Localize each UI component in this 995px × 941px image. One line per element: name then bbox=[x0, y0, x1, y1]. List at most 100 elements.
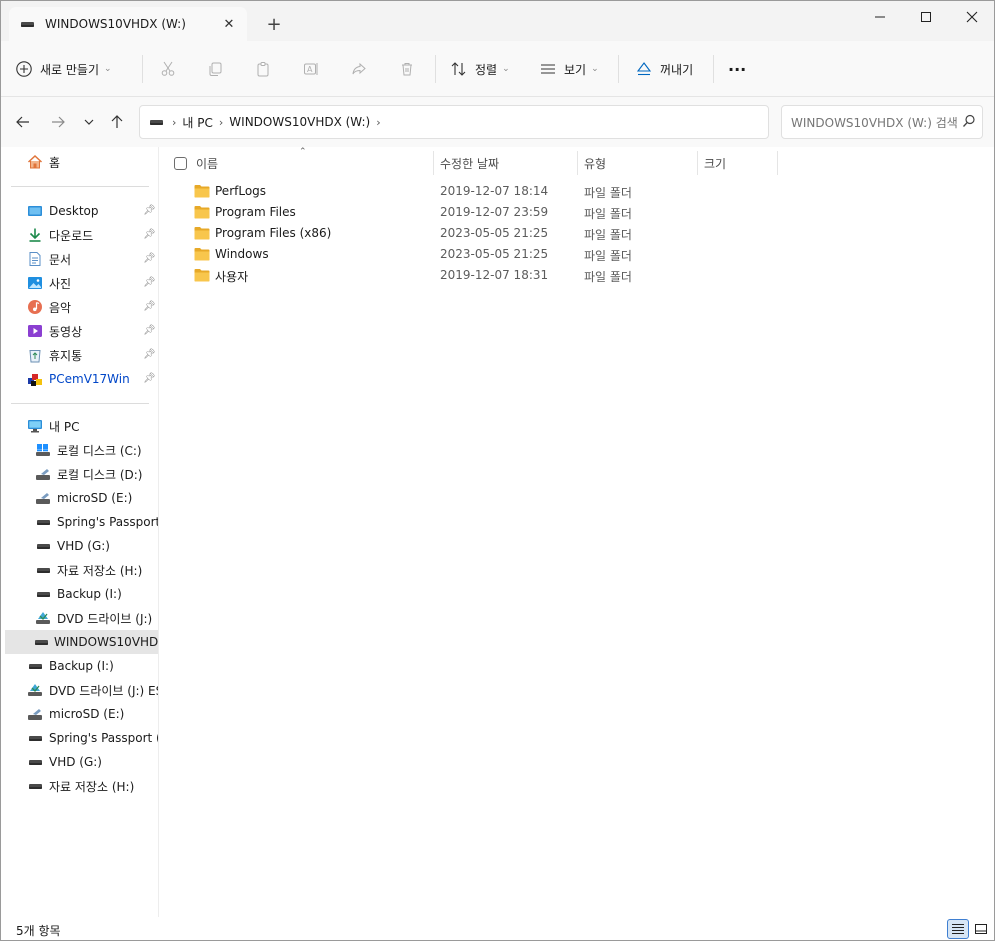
sidebar-item-microsd[interactable]: microSD (E:) bbox=[27, 702, 124, 726]
sidebar-item-drive-w[interactable]: WINDOWS10VHDX (W:) bbox=[5, 630, 158, 654]
toolbar-divider bbox=[713, 55, 714, 83]
sidebar-item-pcemv17win[interactable]: PCemV17Win 📌︎ bbox=[27, 367, 157, 391]
sidebar-item-pictures[interactable]: 사진 📌︎ bbox=[27, 271, 157, 295]
sidebar-item-drive-j[interactable]: DVD 드라이브 (J:) bbox=[35, 606, 152, 630]
sidebar-item-label: DVD 드라이브 (J:) bbox=[57, 611, 153, 626]
column-header-size[interactable]: 크기 bbox=[704, 151, 726, 175]
cut-button[interactable] bbox=[152, 53, 184, 85]
breadcrumb-chevron-icon: › bbox=[218, 115, 224, 129]
sidebar-item-dvd[interactable]: DVD 드라이브 (J:) ES bbox=[27, 678, 159, 702]
minimize-button[interactable] bbox=[857, 1, 903, 33]
sidebar-item-backup[interactable]: Backup (I:) bbox=[27, 654, 114, 678]
dvd-drive-icon bbox=[28, 684, 42, 696]
dvd-drive-icon bbox=[36, 612, 50, 624]
file-row[interactable]: Program Files 2019-12-07 23:59 파일 폴더 bbox=[161, 202, 994, 223]
drive-icon bbox=[35, 538, 51, 554]
maximize-button[interactable] bbox=[903, 1, 949, 33]
sidebar-item-videos[interactable]: 동영상 📌︎ bbox=[27, 319, 157, 343]
file-row[interactable]: Windows 2023-05-05 21:25 파일 폴더 bbox=[161, 244, 994, 265]
drive-icon bbox=[35, 514, 51, 530]
delete-button[interactable] bbox=[391, 53, 423, 85]
sidebar-item-drive-d[interactable]: 로컬 디스크 (D:) bbox=[35, 462, 142, 486]
address-row: › 내 PC › WINDOWS10VHDX (W:) › WINDOWS10V… bbox=[1, 97, 994, 147]
new-button[interactable]: 새로 만들기 ⌄ bbox=[15, 53, 112, 85]
sidebar-item-drive-f[interactable]: Spring's Passport (F:) bbox=[35, 510, 158, 534]
file-row[interactable]: 사용자 2019-12-07 18:31 파일 폴더 bbox=[161, 265, 994, 286]
column-divider[interactable] bbox=[777, 151, 778, 175]
tab-current[interactable]: WINDOWS10VHDX (W:) ✕ bbox=[9, 7, 247, 41]
sidebar-item-music[interactable]: 음악 📌︎ bbox=[27, 295, 157, 319]
sidebar-item-downloads[interactable]: 다운로드 📌︎ bbox=[27, 223, 157, 247]
file-row[interactable]: PerfLogs 2019-12-07 18:14 파일 폴더 bbox=[161, 181, 994, 202]
column-divider[interactable] bbox=[577, 151, 578, 175]
sidebar-item-drive-h[interactable]: 자료 저장소 (H:) bbox=[35, 558, 142, 582]
sidebar-item-passport[interactable]: Spring's Passport (F:) bbox=[27, 726, 158, 750]
copy-button[interactable] bbox=[199, 53, 231, 85]
more-options-button[interactable]: ··· bbox=[728, 53, 746, 85]
back-button[interactable] bbox=[11, 110, 35, 134]
sort-button[interactable]: 정렬 ⌄ bbox=[450, 53, 510, 85]
details-view-button[interactable] bbox=[947, 919, 969, 939]
home-icon bbox=[27, 154, 43, 169]
status-bar: 5개 항목 bbox=[1, 917, 994, 940]
sidebar-item-label: 사진 bbox=[49, 276, 72, 291]
item-count: 5개 항목 bbox=[16, 924, 61, 938]
column-header-name[interactable]: 이름 bbox=[196, 151, 218, 175]
sidebar-item-label: VHD (G:) bbox=[57, 539, 110, 553]
sidebar-item-home[interactable]: 홈 bbox=[27, 150, 60, 174]
recent-locations-button[interactable] bbox=[77, 110, 101, 134]
sidebar-item-drive-c[interactable]: 로컬 디스크 (C:) bbox=[35, 438, 142, 462]
sidebar-item-this-pc[interactable]: 내 PC bbox=[27, 414, 79, 438]
search-input[interactable]: WINDOWS10VHDX (W:) 검색 bbox=[781, 105, 983, 139]
file-name: Program Files (x86) bbox=[215, 226, 332, 240]
breadcrumb-this-pc[interactable]: 내 PC bbox=[182, 114, 212, 131]
drive-icon bbox=[27, 754, 43, 770]
file-row[interactable]: Program Files (x86) 2023-05-05 21:25 파일 … bbox=[161, 223, 994, 244]
sidebar-item-storage[interactable]: 자료 저장소 (H:) bbox=[27, 774, 134, 798]
sidebar-item-recycle-bin[interactable]: 휴지통 📌︎ bbox=[27, 343, 157, 367]
sidebar-item-drive-i[interactable]: Backup (I:) bbox=[35, 582, 122, 606]
sidebar-item-label: 홈 bbox=[49, 155, 61, 170]
column-divider[interactable] bbox=[697, 151, 698, 175]
rename-button[interactable]: A bbox=[295, 53, 327, 85]
tab-close-button[interactable]: ✕ bbox=[219, 14, 239, 34]
folder-icon bbox=[194, 185, 210, 198]
arrow-right-icon bbox=[52, 116, 65, 128]
forward-button[interactable] bbox=[46, 110, 70, 134]
folder-icon bbox=[194, 227, 210, 240]
sidebar-item-vhd[interactable]: VHD (G:) bbox=[27, 750, 102, 774]
sidebar-item-label: microSD (E:) bbox=[57, 491, 133, 505]
file-type: 파일 폴더 bbox=[584, 207, 632, 221]
file-name: Program Files bbox=[215, 205, 296, 219]
column-divider[interactable] bbox=[433, 151, 434, 175]
sort-ascending-icon: ⌃ bbox=[299, 147, 307, 157]
address-bar[interactable]: › 내 PC › WINDOWS10VHDX (W:) › bbox=[139, 105, 894, 139]
select-all-checkbox[interactable] bbox=[174, 157, 187, 170]
file-name: 사용자 bbox=[215, 270, 249, 284]
sidebar-item-drive-g[interactable]: VHD (G:) bbox=[35, 534, 110, 558]
share-button[interactable] bbox=[343, 53, 375, 85]
column-header-modified[interactable]: 수정한 날짜 bbox=[440, 151, 499, 175]
sidebar-item-desktop[interactable]: Desktop 📌︎ bbox=[27, 199, 157, 223]
eject-button[interactable]: 꺼내기 bbox=[635, 53, 693, 85]
sidebar-item-label: microSD (E:) bbox=[49, 707, 125, 721]
sidebar-item-label: DVD 드라이브 (J:) ES bbox=[49, 683, 159, 698]
sidebar-item-drive-e[interactable]: microSD (E:) bbox=[35, 486, 132, 510]
up-button[interactable] bbox=[105, 110, 129, 134]
breadcrumb-current-drive[interactable]: WINDOWS10VHDX (W:) bbox=[229, 115, 370, 129]
column-header-type[interactable]: 유형 bbox=[584, 151, 606, 175]
sidebar-item-label: 문서 bbox=[49, 252, 72, 267]
view-icon bbox=[541, 64, 555, 74]
details-view-icon bbox=[952, 924, 964, 934]
toolbar-divider bbox=[435, 55, 436, 83]
breadcrumb-chevron-icon: › bbox=[172, 115, 177, 129]
sort-icon bbox=[451, 62, 466, 76]
new-tab-button[interactable]: + bbox=[263, 13, 285, 35]
pictures-icon bbox=[28, 277, 42, 289]
file-modified: 2023-05-05 21:25 bbox=[440, 226, 549, 240]
close-window-button[interactable] bbox=[949, 1, 994, 33]
tiles-view-button[interactable] bbox=[970, 919, 992, 939]
view-button[interactable]: 보기 ⌄ bbox=[539, 53, 599, 85]
paste-button[interactable] bbox=[247, 53, 279, 85]
sidebar-item-documents[interactable]: 문서 📌︎ bbox=[27, 247, 157, 271]
